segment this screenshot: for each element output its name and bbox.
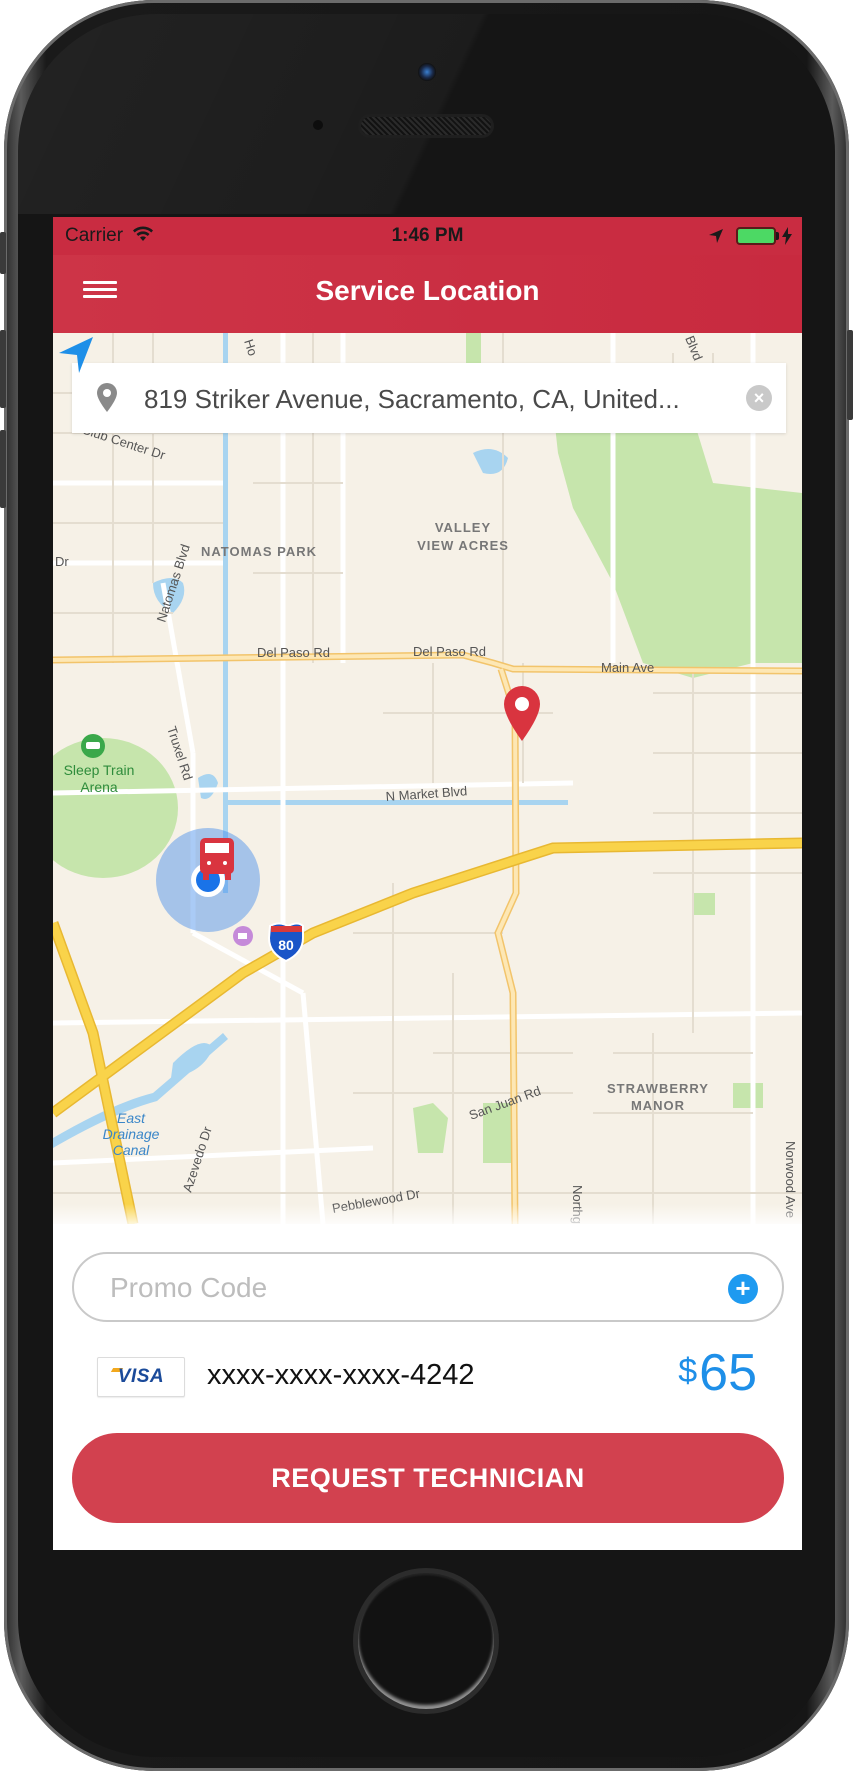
- park-area-small: [413, 1103, 448, 1153]
- mute-switch: [0, 232, 6, 274]
- destination-pin-icon[interactable]: [504, 686, 540, 741]
- payment-method-row[interactable]: VISA xxxx-xxxx-xxxx-4242 $65: [53, 1341, 802, 1411]
- visa-card-icon[interactable]: VISA: [97, 1357, 185, 1397]
- pond-mid: [198, 774, 218, 799]
- location-pin-icon: [97, 383, 117, 412]
- map-label-canal: Canal: [113, 1142, 150, 1158]
- map-label-view-acres: VIEW ACRES: [417, 538, 509, 553]
- battery-tip: [776, 232, 779, 240]
- map-label-valley: VALLEY: [435, 520, 491, 535]
- map-label-strawberry: STRAWBERRY: [607, 1081, 709, 1096]
- address-input[interactable]: [142, 375, 726, 423]
- card-brand-label: VISA: [117, 1366, 165, 1387]
- map-label-east: East: [117, 1110, 146, 1126]
- checkout-panel: + VISA xxxx-xxxx-xxxx-4242 $65 REQUEST T…: [53, 1224, 802, 1550]
- page-title: Service Location: [315, 275, 540, 306]
- park-area-east: [733, 1083, 763, 1108]
- earpiece-speaker: [361, 117, 491, 135]
- map-label-sleep-train: Sleep Train: [64, 762, 135, 778]
- clear-x-icon[interactable]: ×: [746, 385, 772, 411]
- park-area: [553, 393, 802, 678]
- i80-label: 80: [278, 937, 294, 953]
- charging-bolt-icon: [782, 227, 792, 245]
- volume-down-button: [0, 430, 6, 508]
- map-label-del-paso-1: Del Paso Rd: [257, 645, 330, 660]
- app-screen: Carrier 1:46 PM Service Location 80 Club…: [53, 217, 802, 1550]
- map-view[interactable]: 80 Club Center Dr NATOMAS PARK VALLEY VI…: [53, 333, 802, 1224]
- currency-symbol: $: [678, 1352, 698, 1390]
- map-label-natomas-park: NATOMAS PARK: [201, 544, 317, 559]
- battery-icon: [736, 227, 776, 245]
- power-button: [847, 330, 853, 420]
- map-label-blvd: Blvd: [682, 334, 705, 363]
- bezel-glare: [18, 14, 698, 214]
- technician-truck-icon[interactable]: [200, 838, 234, 880]
- add-promo-icon[interactable]: +: [728, 1274, 758, 1304]
- card-number: xxxx-xxxx-xxxx-4242: [207, 1359, 475, 1391]
- status-time: 1:46 PM: [391, 225, 464, 246]
- location-services-icon: [709, 229, 723, 243]
- front-camera: [418, 63, 436, 81]
- service-price: $65: [678, 1343, 757, 1403]
- map-label-del-paso-2: Del Paso Rd: [413, 644, 486, 659]
- map-canvas[interactable]: 80 Club Center Dr NATOMAS PARK VALLEY VI…: [53, 333, 802, 1224]
- promo-code-input[interactable]: [108, 1264, 692, 1312]
- current-location-arrow-icon[interactable]: [53, 333, 97, 377]
- map-label-ho: Ho: [241, 337, 260, 357]
- map-bottom-fade: [53, 1204, 802, 1224]
- address-search-bar[interactable]: ×: [72, 363, 786, 433]
- price-amount: 65: [699, 1344, 757, 1402]
- home-button[interactable]: [358, 1573, 494, 1709]
- map-label-dr: Dr: [55, 554, 69, 569]
- map-label-main-ave: Main Ave: [601, 660, 654, 675]
- proximity-sensor: [313, 120, 323, 130]
- map-label-arena: Arena: [80, 779, 118, 795]
- volume-up-button: [0, 330, 6, 408]
- request-technician-button[interactable]: REQUEST TECHNICIAN: [72, 1433, 784, 1523]
- map-label-manor: MANOR: [631, 1098, 685, 1113]
- sleep-train-arena-park: [53, 738, 178, 878]
- promo-code-field[interactable]: +: [72, 1252, 784, 1322]
- park-area-east2: [693, 893, 715, 915]
- map-label-drainage: Drainage: [103, 1126, 160, 1142]
- park-strip: [466, 333, 481, 363]
- navigation-bar: Service Location: [53, 255, 802, 333]
- status-bar: Carrier 1:46 PM: [53, 217, 802, 255]
